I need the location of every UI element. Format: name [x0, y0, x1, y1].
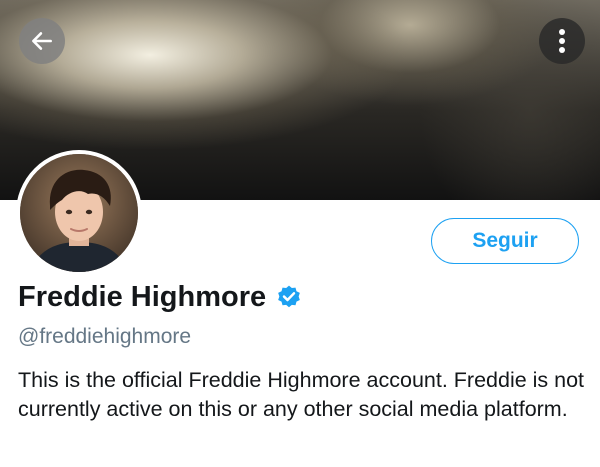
profile-bio: This is the official Freddie Highmore ac…: [18, 368, 585, 421]
back-button[interactable]: [19, 18, 65, 64]
avatar-image: [20, 154, 138, 272]
more-options-button[interactable]: [539, 18, 585, 64]
avatar[interactable]: [16, 150, 142, 276]
arrow-left-icon: [32, 32, 52, 50]
display-name: Freddie Highmore: [18, 281, 267, 313]
name-row: Freddie Highmore: [18, 279, 302, 315]
follow-button[interactable]: Seguir: [431, 218, 579, 264]
username-handle: @freddiehighmore: [18, 325, 192, 348]
more-vertical-icon: [559, 29, 565, 53]
verified-badge-icon: [278, 285, 300, 308]
